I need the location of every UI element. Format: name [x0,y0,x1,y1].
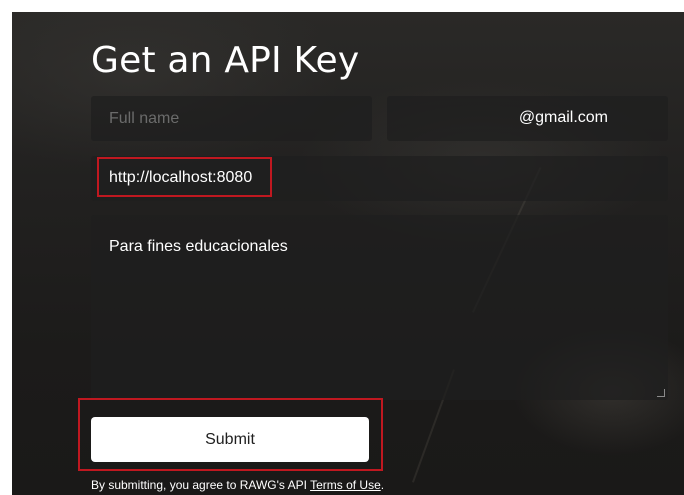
terms-of-use-link[interactable]: Terms of Use [310,478,381,492]
email-value: @gmail.com [518,109,608,126]
email-field[interactable]: @gmail.com [387,96,668,141]
full-name-field[interactable] [91,96,372,141]
description-value: Para fines educacionales [109,238,288,255]
full-name-input[interactable] [91,96,372,141]
website-value: http://localhost:8080 [109,169,253,186]
page-title: Get an API Key [91,40,360,81]
terms-text: By submitting, you agree to RAWG's API T… [91,478,384,492]
submit-button[interactable]: Submit [91,417,369,462]
website-field[interactable]: http://localhost:8080 [91,156,668,201]
description-textarea[interactable]: Para fines educacionales [91,215,668,400]
terms-prefix: By submitting, you agree to RAWG's API [91,478,311,492]
resize-handle-icon[interactable] [657,389,665,397]
terms-suffix: . [380,478,385,492]
page: Get an API Key @gmail.com http://localho… [0,0,684,495]
